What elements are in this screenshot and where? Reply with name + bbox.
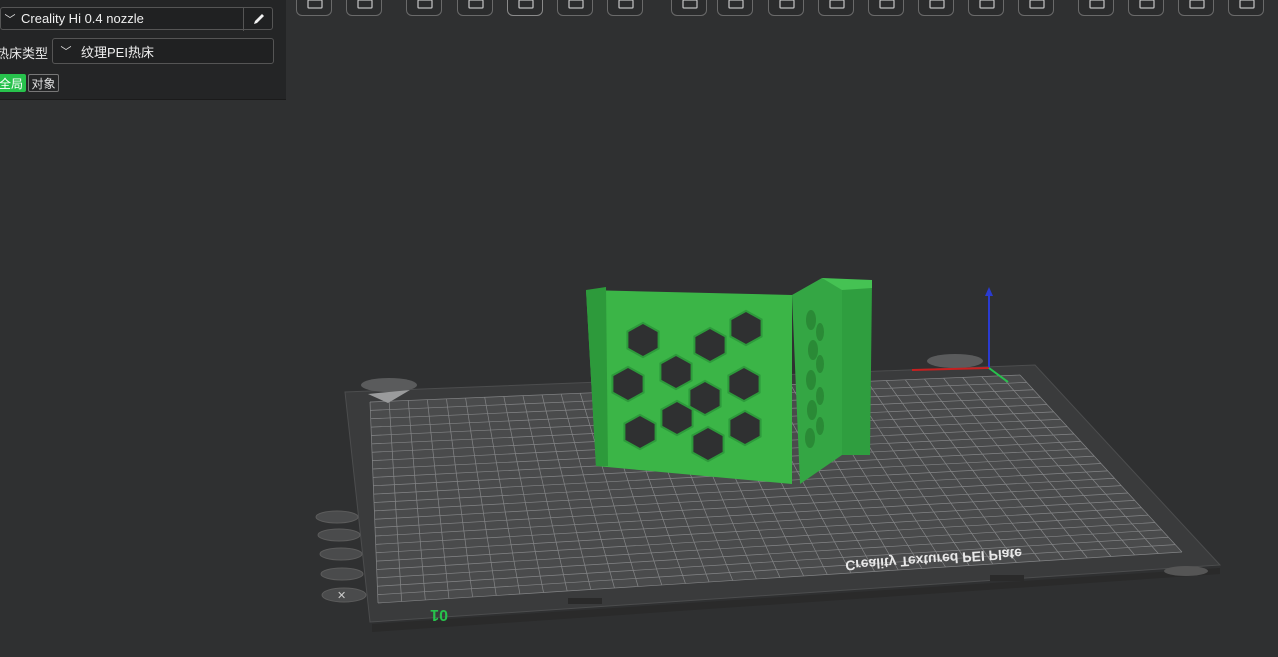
emboss-icon bbox=[1089, 0, 1105, 9]
support-icon bbox=[879, 0, 895, 9]
printer-select[interactable]: ﹀ Creality Hi 0.4 nozzle bbox=[0, 7, 273, 30]
model-object[interactable] bbox=[586, 278, 872, 484]
top-toolbar bbox=[286, 0, 1278, 20]
variable-layer-icon bbox=[1189, 0, 1205, 9]
layers-icon bbox=[1239, 0, 1255, 9]
toolbar-grid-button[interactable] bbox=[346, 0, 382, 16]
scope-global-tab[interactable]: 全局 bbox=[0, 74, 26, 92]
toolbar-layers-button[interactable] bbox=[1228, 0, 1264, 16]
chevron-down-icon: ﹀ bbox=[4, 13, 16, 26]
toolbar-cut-button[interactable] bbox=[818, 0, 854, 16]
auto-arrange-icon bbox=[518, 0, 534, 9]
orient-icon bbox=[618, 0, 634, 9]
pencil-icon bbox=[253, 14, 264, 24]
plate-number: 01 bbox=[430, 606, 448, 623]
toolbar-seam-button[interactable] bbox=[918, 0, 954, 16]
settings-icon bbox=[728, 0, 744, 9]
grid-icon bbox=[357, 0, 373, 9]
bed-type-select[interactable]: ﹀ 纹理PEI热床 bbox=[52, 38, 274, 64]
add-icon bbox=[417, 0, 433, 9]
layout-icon bbox=[568, 0, 584, 9]
toolbar-measure-button[interactable] bbox=[768, 0, 804, 16]
toolbar-variable-layer-button[interactable] bbox=[1178, 0, 1214, 16]
toolbar-add-button[interactable] bbox=[406, 0, 442, 16]
toolbar-auto-arrange-button[interactable] bbox=[507, 0, 543, 16]
toolbar-settings-button[interactable] bbox=[717, 0, 753, 16]
bed-type-value: 纹理PEI热床 bbox=[81, 44, 154, 60]
text-icon bbox=[1029, 0, 1045, 9]
toolbar-emboss-button[interactable] bbox=[1078, 0, 1114, 16]
edit-printer-button[interactable] bbox=[243, 7, 273, 31]
toolbar-text-button[interactable] bbox=[1018, 0, 1054, 16]
scope-object-tab[interactable]: 对象 bbox=[28, 74, 59, 92]
svg-text:✕: ✕ bbox=[337, 589, 346, 602]
shape-icon bbox=[468, 0, 484, 9]
toolbar-orient-button[interactable] bbox=[607, 0, 643, 16]
scale-icon bbox=[979, 0, 995, 9]
toolbar-shape-button[interactable] bbox=[457, 0, 493, 16]
bed-type-label: 热床类型 bbox=[0, 46, 49, 61]
cut-icon bbox=[829, 0, 845, 9]
seam-icon bbox=[929, 0, 945, 9]
chevron-down-icon: ﹀ bbox=[60, 46, 72, 58]
toolbar-view-cube-button[interactable] bbox=[296, 0, 332, 16]
view-cube-icon bbox=[307, 0, 323, 9]
plate-tools[interactable]: ✕ bbox=[315, 510, 367, 603]
toolbar-assembly-button[interactable] bbox=[1128, 0, 1164, 16]
settings-panel: ﹀ Creality Hi 0.4 nozzle 热床类型 ﹀ 纹理PEI热床 … bbox=[0, 0, 286, 100]
toolbar-split-button[interactable] bbox=[671, 0, 707, 16]
measure-icon bbox=[779, 0, 795, 9]
printer-value: Creality Hi 0.4 nozzle bbox=[21, 11, 144, 26]
assembly-icon bbox=[1139, 0, 1155, 9]
toolbar-support-button[interactable] bbox=[868, 0, 904, 16]
toolbar-scale-button[interactable] bbox=[968, 0, 1004, 16]
split-icon bbox=[682, 0, 698, 9]
toolbar-layout-button[interactable] bbox=[557, 0, 593, 16]
